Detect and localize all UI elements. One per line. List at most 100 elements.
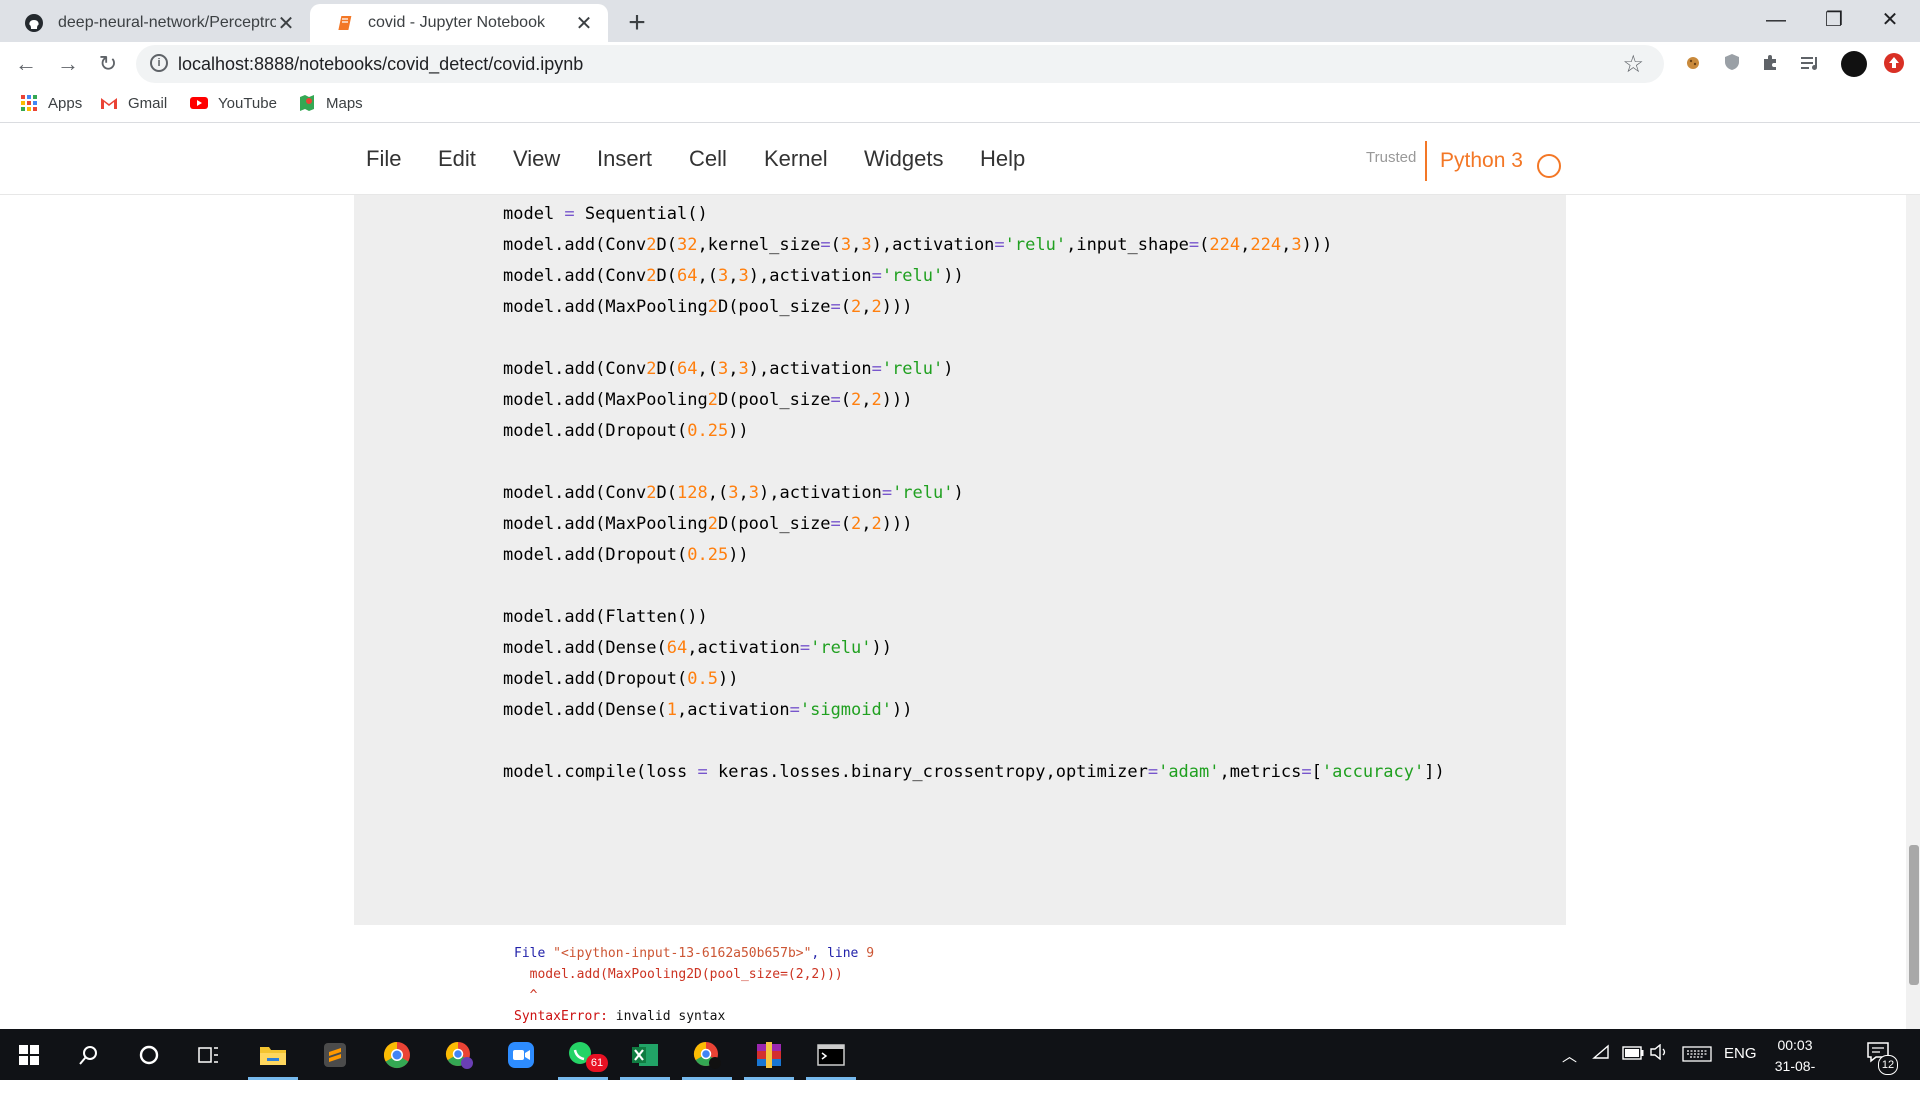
- bookmark-apps[interactable]: Apps: [20, 94, 82, 112]
- system-clock[interactable]: 00:03 31-08-2020: [1760, 1035, 1830, 1098]
- tab-perceptron[interactable]: deep-neural-network/Perceptron ✕: [0, 4, 310, 42]
- error-type: SyntaxError:: [514, 1009, 608, 1024]
- traceback-file-name: "<ipython-input-13-6162a50b657b>": [553, 946, 812, 961]
- traceback-line-number: 9: [866, 946, 875, 961]
- notifications-count: 12: [1878, 1055, 1898, 1075]
- menu-insert[interactable]: Insert: [597, 123, 652, 194]
- notebook-container: model = Sequential() model.add(Conv2D(32,…: [0, 195, 1906, 1029]
- windows-start-icon[interactable]: [0, 1029, 58, 1080]
- back-arrow-icon[interactable]: ←: [12, 50, 40, 78]
- chrome-icon[interactable]: [368, 1029, 426, 1080]
- code-line[interactable]: model.add(Dropout(0.25)): [503, 540, 1445, 571]
- code-line[interactable]: model.add(MaxPooling2D(pool_size=(2,2))): [503, 385, 1445, 416]
- sublime-text-icon[interactable]: [306, 1029, 364, 1080]
- code-line[interactable]: model.add(Dropout(0.25)): [503, 416, 1445, 447]
- winrar-icon[interactable]: [740, 1029, 798, 1080]
- chrome-profile-icon[interactable]: [430, 1029, 488, 1080]
- reload-icon[interactable]: ↻: [94, 50, 122, 78]
- bookmark-youtube[interactable]: YouTube: [190, 94, 277, 112]
- kernel-name[interactable]: Python 3: [1440, 149, 1523, 173]
- gmail-icon: [101, 98, 117, 109]
- extensions-puzzle-icon[interactable]: [1758, 52, 1784, 78]
- code-line[interactable]: model = Sequential(): [503, 199, 1445, 230]
- traceback-code-line: model.add(MaxPooling2D(pool_size=(2,2))): [529, 967, 843, 982]
- youtube-icon: [190, 97, 208, 109]
- extension-cookie-icon[interactable]: [1680, 52, 1706, 78]
- code-line[interactable]: model.add(Conv2D(32,kernel_size=(3,3),ac…: [503, 230, 1445, 261]
- bookmark-label: YouTube: [218, 94, 277, 112]
- traceback-caret: ^: [529, 988, 538, 1003]
- volume-icon[interactable]: [1650, 1043, 1670, 1064]
- url-text[interactable]: localhost:8888/notebooks/covid_detect/co…: [178, 54, 583, 75]
- cell-output-error: File "<ipython-input-13-6162a50b657b>", …: [514, 943, 874, 1027]
- browser-toolbar: ← → ↻ i localhost:8888/notebooks/covid_d…: [0, 42, 1920, 86]
- menu-edit[interactable]: Edit: [438, 123, 476, 194]
- language-indicator[interactable]: ENG: [1724, 1045, 1757, 1062]
- menu-help[interactable]: Help: [980, 123, 1025, 194]
- search-icon[interactable]: [60, 1029, 118, 1080]
- code-line[interactable]: ​: [503, 447, 1445, 478]
- zoom-icon[interactable]: [492, 1029, 550, 1080]
- menu-kernel[interactable]: Kernel: [764, 123, 828, 194]
- notifications-icon[interactable]: 12: [1866, 1041, 1898, 1075]
- code-line[interactable]: model.add(Conv2D(128,(3,3),activation='r…: [503, 478, 1445, 509]
- maximize-button[interactable]: ❐: [1806, 0, 1862, 40]
- scrollbar-thumb[interactable]: [1909, 845, 1919, 985]
- trusted-indicator[interactable]: Trusted: [1366, 149, 1416, 166]
- code-line[interactable]: model.add(Dense(64,activation='relu')): [503, 633, 1445, 664]
- traceback-line-label: , line: [811, 946, 859, 961]
- code-line[interactable]: model.add(MaxPooling2D(pool_size=(2,2))): [503, 509, 1445, 540]
- code-line[interactable]: model.compile(loss = keras.losses.binary…: [503, 757, 1445, 788]
- tab-title: deep-neural-network/Perceptron: [58, 14, 276, 31]
- wifi-icon[interactable]: [1592, 1044, 1610, 1064]
- new-tab-button[interactable]: +: [620, 6, 654, 40]
- address-bar[interactable]: i localhost:8888/notebooks/covid_detect/…: [136, 45, 1664, 83]
- chrome-active-icon[interactable]: [678, 1029, 736, 1080]
- code-line[interactable]: model.add(Flatten()): [503, 602, 1445, 633]
- bookmark-gmail[interactable]: Gmail: [100, 94, 167, 112]
- tab-jupyter-notebook[interactable]: covid - Jupyter Notebook ✕: [310, 4, 608, 42]
- code-line[interactable]: model.add(Conv2D(64,(3,3),activation='re…: [503, 261, 1445, 292]
- code-line[interactable]: model.add(Conv2D(64,(3,3),activation='re…: [503, 354, 1445, 385]
- bookmark-maps[interactable]: Maps: [298, 94, 363, 112]
- cortana-icon[interactable]: [120, 1029, 178, 1080]
- media-queue-icon[interactable]: [1797, 52, 1823, 78]
- extension-shield-icon[interactable]: [1719, 52, 1745, 78]
- tray-chevron-up-icon[interactable]: ︿: [1562, 1045, 1577, 1066]
- jupyter-notebook-icon: [338, 16, 352, 30]
- minimize-button[interactable]: —: [1748, 0, 1804, 40]
- github-icon: [25, 14, 43, 32]
- menu-cell[interactable]: Cell: [689, 123, 727, 194]
- code-line[interactable]: ​: [503, 571, 1445, 602]
- menu-file[interactable]: File: [366, 123, 401, 194]
- kernel-divider: [1425, 141, 1427, 181]
- file-explorer-icon[interactable]: [244, 1029, 302, 1080]
- menu-view[interactable]: View: [513, 123, 560, 194]
- error-message: invalid syntax: [607, 1009, 726, 1024]
- code-line[interactable]: model.add(MaxPooling2D(pool_size=(2,2))): [503, 292, 1445, 323]
- site-info-icon[interactable]: i: [150, 54, 168, 72]
- bookmark-star-icon[interactable]: ☆: [1622, 50, 1644, 79]
- apps-grid-icon: [21, 95, 37, 111]
- command-prompt-icon[interactable]: [802, 1029, 860, 1080]
- close-tab-icon[interactable]: ✕: [276, 11, 296, 36]
- code-line[interactable]: ​: [503, 323, 1445, 354]
- clock-time: 00:03: [1777, 1037, 1813, 1053]
- update-arrow-icon[interactable]: [1881, 52, 1907, 78]
- tab-title: covid - Jupyter Notebook: [368, 14, 545, 31]
- task-view-icon[interactable]: [180, 1029, 238, 1080]
- battery-icon[interactable]: [1622, 1046, 1644, 1064]
- kernel-status-idle-icon: [1537, 154, 1561, 178]
- code-line[interactable]: model.add(Dense(1,activation='sigmoid')): [503, 695, 1445, 726]
- keyboard-icon[interactable]: [1682, 1046, 1712, 1066]
- code-line[interactable]: model.add(Dropout(0.5)): [503, 664, 1445, 695]
- close-tab-icon[interactable]: ✕: [574, 11, 594, 36]
- whatsapp-icon[interactable]: 61: [554, 1029, 612, 1080]
- code-editor[interactable]: model = Sequential() model.add(Conv2D(32,…: [503, 199, 1445, 788]
- excel-icon[interactable]: [616, 1029, 674, 1080]
- menu-widgets[interactable]: Widgets: [864, 123, 943, 194]
- forward-arrow-icon[interactable]: →: [54, 50, 82, 78]
- profile-avatar[interactable]: [1840, 50, 1868, 78]
- code-line[interactable]: ​: [503, 726, 1445, 757]
- close-window-button[interactable]: ✕: [1862, 0, 1918, 40]
